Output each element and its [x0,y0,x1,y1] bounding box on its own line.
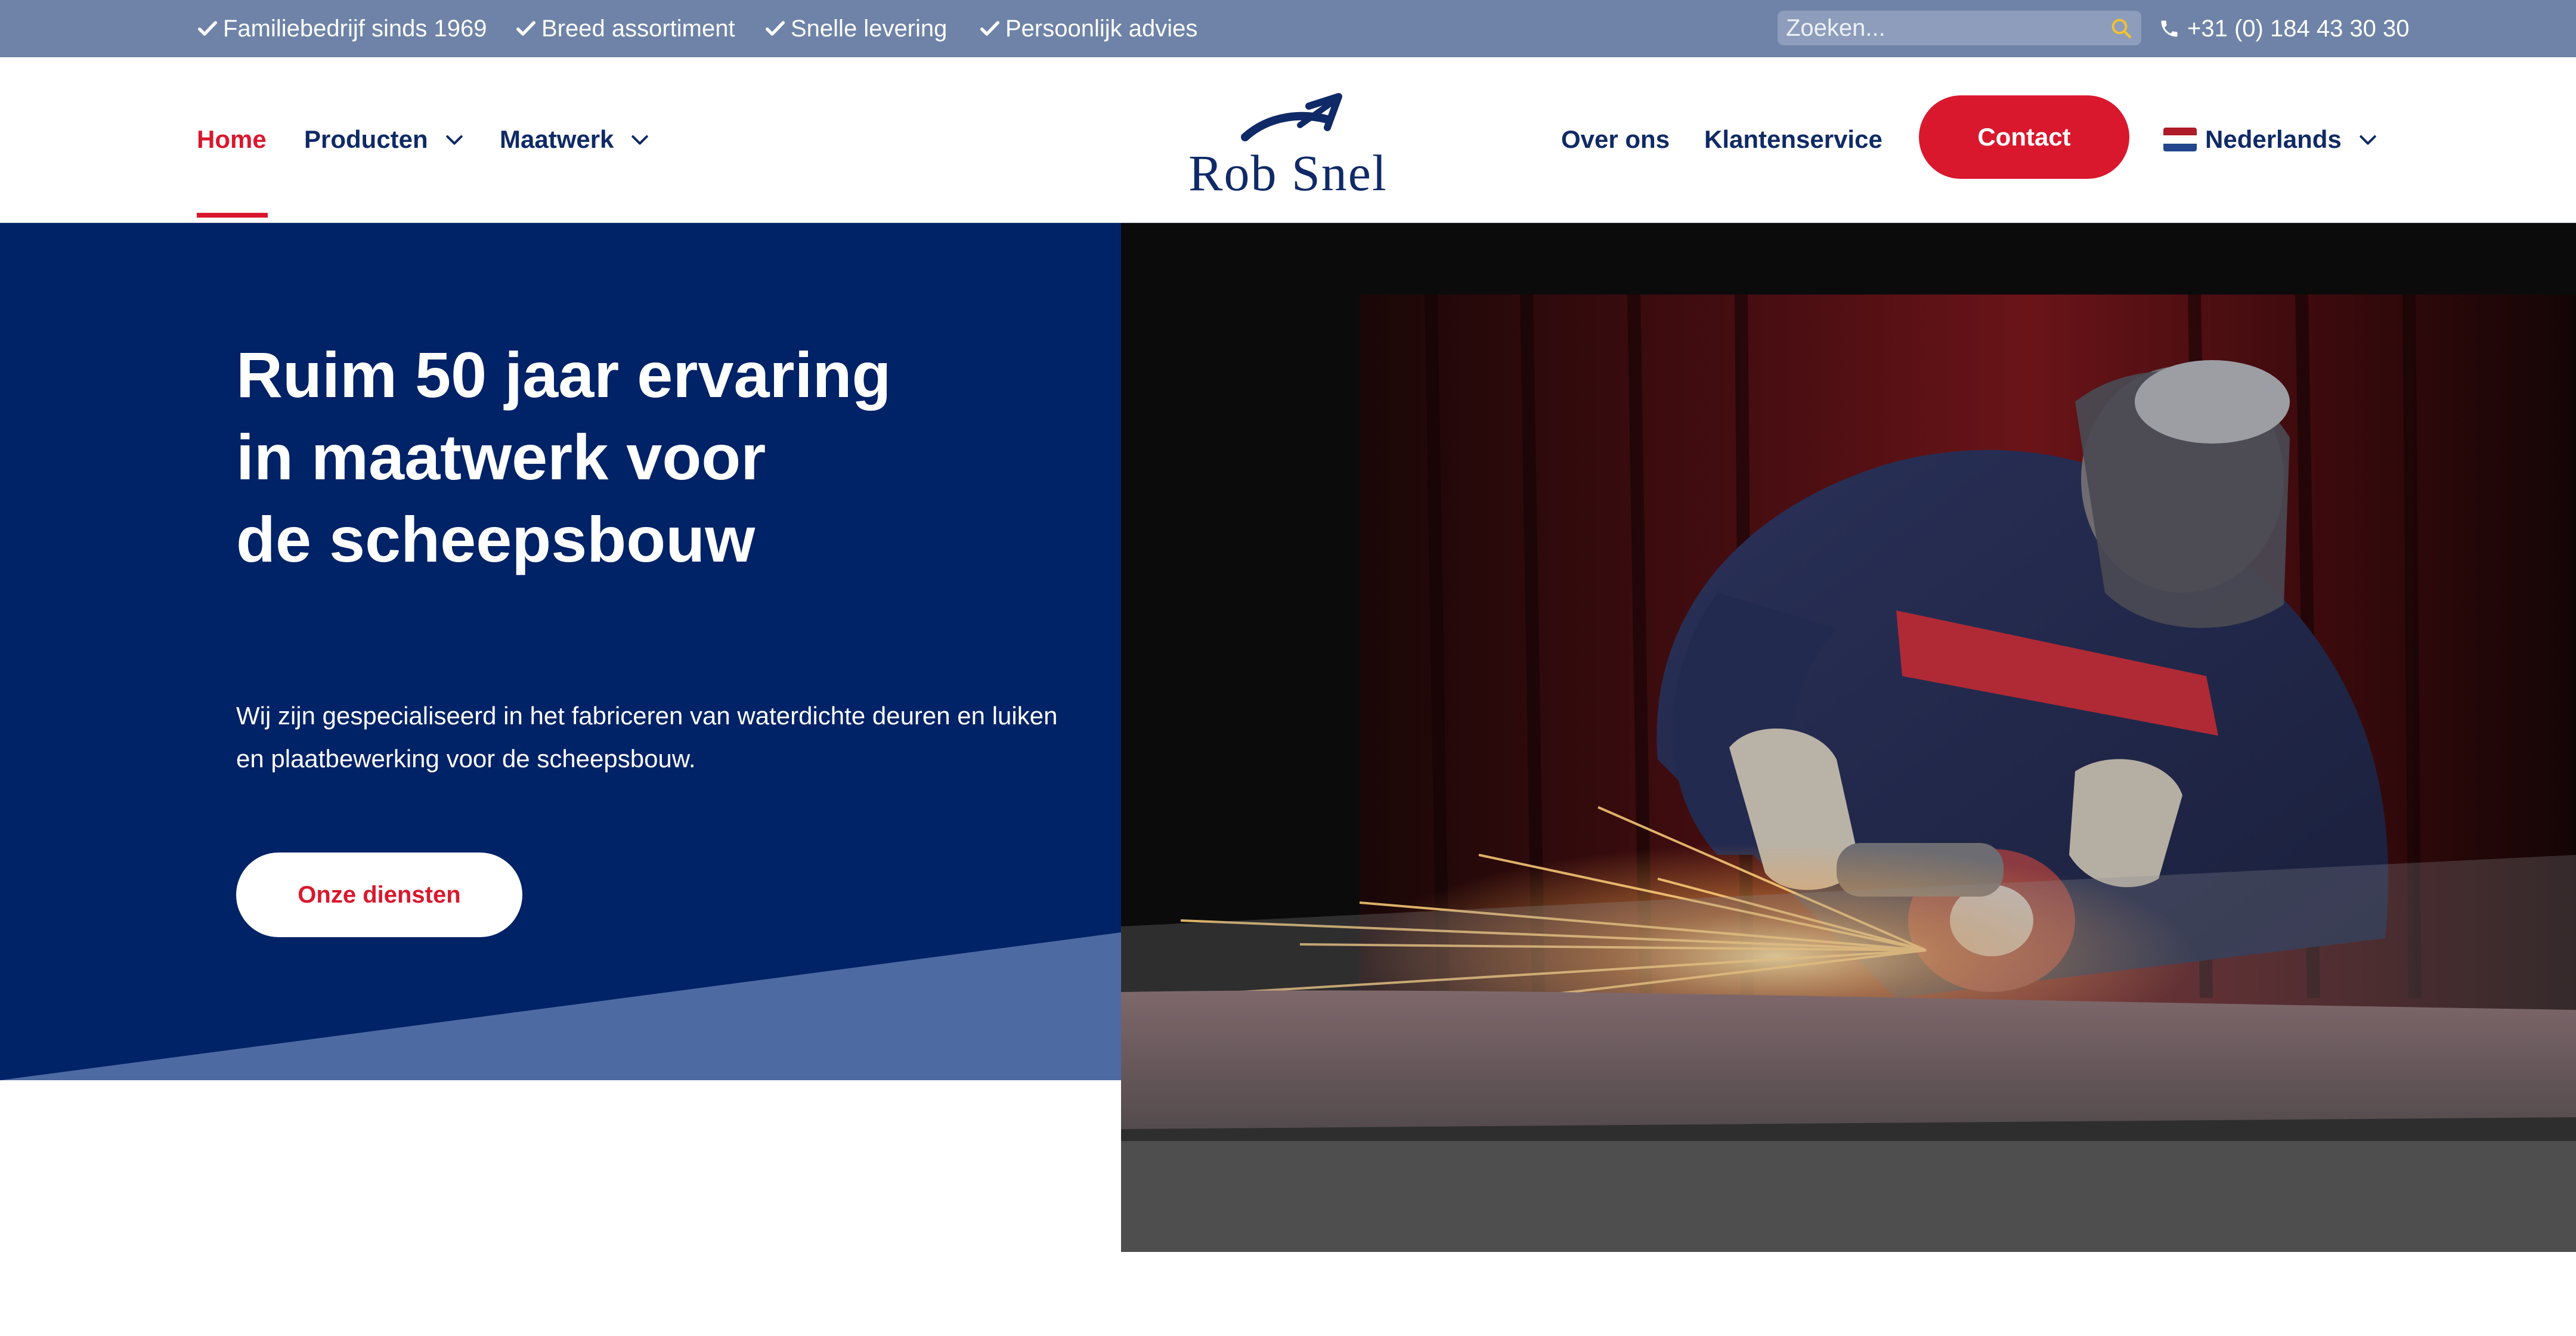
nav-klantenservice-label: Klantenservice [1704,125,1883,153]
welder-photo-illustration [1121,223,2576,1252]
phone-icon [2161,20,2178,37]
top-bar: Familiebedrijf sinds 1969 Breed assortim… [0,0,2576,57]
chevron-down-icon [631,135,649,145]
hero-title-line: Ruim 50 jaar ervaring [236,339,891,411]
hero-title-line: de scheepsbouw [236,503,756,575]
usp-label: Persoonlijk advies [1005,15,1198,42]
language-label: Nederlands [2205,125,2342,153]
usp-family-business: Familiebedrijf sinds 1969 [196,0,487,57]
nav-maatwerk[interactable]: Maatwerk [500,57,652,222]
checkmark-icon [516,21,535,36]
contact-button[interactable]: Contact [1919,95,2129,179]
nav-producten[interactable]: Producten [304,57,466,222]
search-icon[interactable] [2109,16,2133,40]
checkmark-icon [766,21,785,36]
checkmark-icon [980,21,999,36]
nav-over-ons-label: Over ons [1561,125,1670,153]
usp-label: Breed assortiment [541,15,735,42]
usp-label: Snelle levering [791,15,948,42]
logo-wordmark: Rob Snel [1188,144,1388,202]
chevron-down-icon [2360,135,2376,145]
search-box [1778,11,2141,45]
hero-title: Ruim 50 jaar ervaring in maatwerk voor d… [236,334,1011,581]
language-selector[interactable]: Nederlands [2163,57,2380,222]
usp-label: Familiebedrijf sinds 1969 [223,15,487,42]
onze-diensten-button[interactable]: Onze diensten [236,853,522,937]
hero-description: Wij zijn gespecialiseerd in het fabricer… [236,702,1058,773]
nav-klantenservice[interactable]: Klantenservice [1704,57,1883,222]
checkmark-icon [198,21,217,36]
nav-producten-label: Producten [304,125,428,153]
phone-number: +31 (0) 184 43 30 30 [2187,15,2410,42]
phone-link[interactable]: +31 (0) 184 43 30 30 [2159,0,2410,57]
nav-home[interactable]: Home [197,57,267,222]
usp-advice: Persoonlijk advies [978,0,1197,57]
arrow-logo-icon [1241,93,1342,141]
search-input[interactable] [1778,11,2100,45]
usp-assortment: Breed assortiment [514,0,735,57]
usp-delivery: Snelle levering [763,0,947,57]
nav-home-label: Home [197,125,267,153]
hero-title-line: in maatwerk voor [236,421,766,493]
dutch-flag-icon [2163,128,2197,151]
active-nav-indicator [197,213,268,218]
nav-maatwerk-label: Maatwerk [500,125,614,153]
nav-over-ons[interactable]: Over ons [1561,57,1670,222]
chevron-down-icon [446,135,463,145]
rob-snel-logo[interactable]: Rob Snel [1181,83,1395,203]
hero-photo-welder-grinding [1121,223,2576,1252]
